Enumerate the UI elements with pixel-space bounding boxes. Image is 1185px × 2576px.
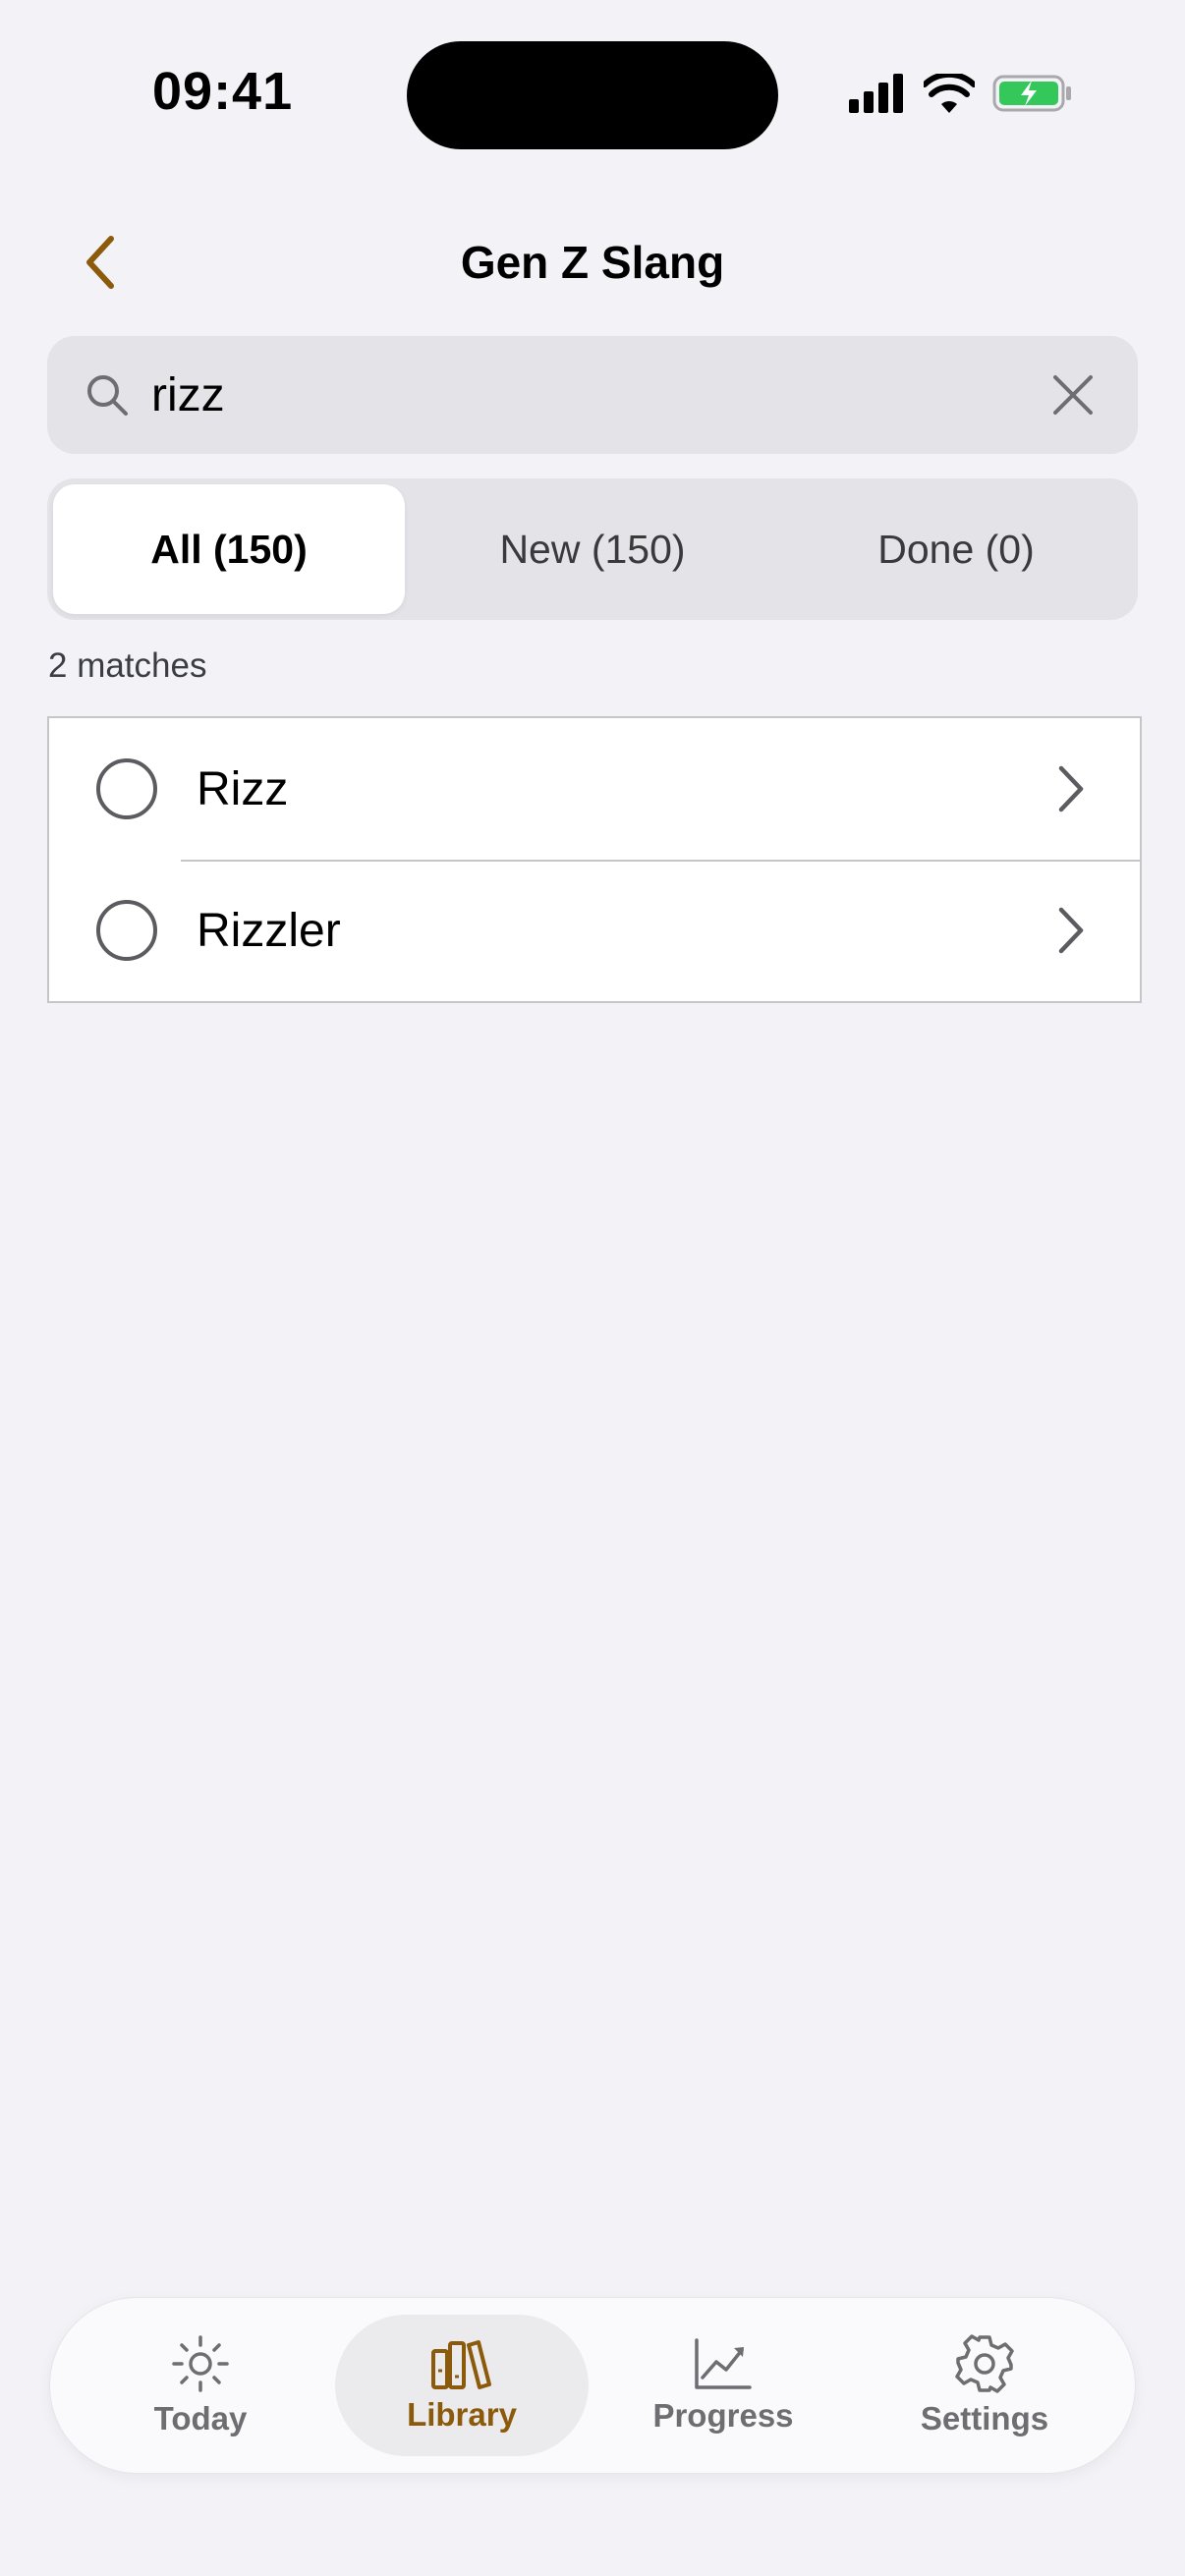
page-title: Gen Z Slang [460, 237, 725, 288]
list-item-label: Rizzler [197, 904, 341, 957]
tab-label: Today [153, 2400, 248, 2436]
status-circle-icon[interactable] [96, 900, 157, 961]
status-circle-icon[interactable] [96, 758, 157, 819]
chevron-right-icon [1051, 901, 1091, 960]
tab-library[interactable]: Library [335, 2315, 589, 2456]
tab-progress[interactable]: Progress [596, 2315, 850, 2456]
status-time: 09:41 [152, 62, 294, 121]
chevron-right-icon [1051, 759, 1091, 818]
segment-all[interactable]: All (150) [53, 484, 405, 614]
battery-charging-icon [992, 75, 1071, 112]
list-item[interactable]: Rizzler [49, 860, 1140, 1001]
filter-segmented-control: All (150) New (150) Done (0) [47, 478, 1138, 620]
search-icon [83, 370, 132, 420]
sun-icon [172, 2335, 229, 2392]
list-item[interactable]: Rizz [49, 718, 1140, 860]
wifi-icon [924, 74, 975, 113]
segment-new[interactable]: New (150) [417, 484, 768, 614]
tab-settings[interactable]: Settings [858, 2315, 1111, 2456]
search-bar [47, 336, 1138, 454]
match-count: 2 matches [48, 646, 207, 685]
search-input[interactable] [151, 367, 1034, 422]
dynamic-island [407, 41, 778, 149]
tab-bar: Today Library Progress Settings [49, 2297, 1136, 2474]
books-icon [431, 2340, 491, 2389]
clear-search-button[interactable] [1034, 356, 1112, 434]
tab-today[interactable]: Today [74, 2315, 327, 2456]
cellular-signal-icon [849, 74, 903, 113]
close-icon [1053, 375, 1093, 415]
tab-label: Library [407, 2396, 517, 2433]
tab-label: Progress [652, 2397, 794, 2434]
segment-done[interactable]: Done (0) [780, 484, 1132, 614]
gear-icon [955, 2334, 1014, 2393]
status-icons [849, 69, 1073, 118]
chart-icon [695, 2338, 752, 2389]
results-list: Rizz Rizzler [47, 716, 1142, 1003]
status-bar: 09:41 [0, 0, 1185, 196]
list-item-label: Rizz [197, 762, 289, 815]
tab-label: Settings [920, 2400, 1049, 2436]
navigation-bar: Gen Z Slang [0, 206, 1185, 314]
